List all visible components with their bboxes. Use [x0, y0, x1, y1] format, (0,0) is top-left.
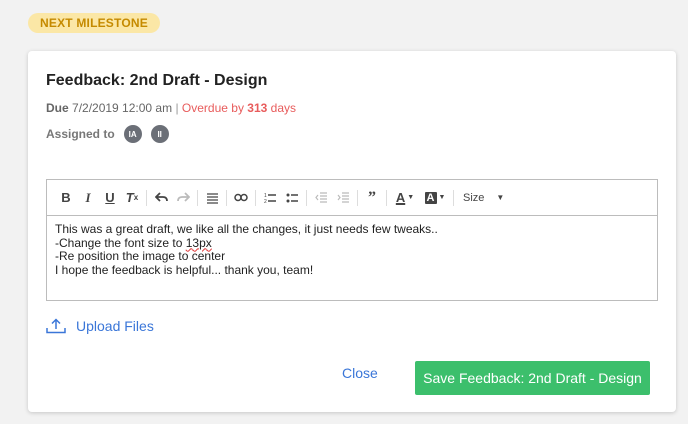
font-size-select[interactable]: Size ▼ [463, 192, 504, 204]
editor-content[interactable]: This was a great draft, we like all the … [47, 216, 657, 284]
overdue-days: 313 [247, 101, 268, 115]
bullet-list-icon [286, 193, 298, 202]
upload-icon [46, 318, 66, 334]
redo-button[interactable] [172, 187, 194, 209]
outdent-icon [314, 191, 327, 203]
due-separator: | [175, 101, 179, 115]
chevron-down-icon: ▼ [407, 194, 415, 201]
outdent-button[interactable] [310, 187, 332, 209]
highlight-color-button[interactable]: A ▼ [420, 187, 450, 209]
link-icon [234, 193, 248, 202]
content-line: This was a great draft, we like all the … [55, 222, 438, 236]
indent-icon [337, 191, 349, 203]
content-line: -Change the font size to 13px [55, 235, 649, 251]
toolbar-divider [306, 189, 307, 206]
bold-button[interactable]: B [55, 187, 77, 209]
ordered-list-icon: 12 [264, 193, 276, 204]
blockquote-button[interactable]: ” [361, 187, 383, 209]
assigned-row: Assigned to IA II [46, 125, 169, 143]
save-feedback-button[interactable]: Save Feedback: 2nd Draft - Design [415, 361, 650, 395]
bullet-list-button[interactable] [281, 187, 303, 209]
overdue-suffix: days [270, 101, 297, 115]
horizontal-rule-icon [206, 192, 218, 204]
content-line: I hope the feedback is helpful... thank … [55, 262, 314, 277]
upload-files-label: Upload Files [76, 318, 154, 334]
due-line: Due 7/2/2019 12:00 am | Overdue by 313 d… [46, 101, 296, 115]
underline-button[interactable]: U [99, 187, 121, 209]
toolbar-divider [226, 189, 227, 206]
overdue-text: Overdue by 313 days [182, 101, 296, 115]
feedback-card: Feedback: 2nd Draft - Design Due 7/2/201… [28, 51, 676, 412]
overdue-prefix: Overdue by [181, 101, 244, 115]
assigned-label: Assigned to [46, 127, 115, 141]
svg-text:2: 2 [264, 199, 267, 204]
toolbar-divider [255, 189, 256, 206]
due-label: Due [46, 101, 69, 115]
indent-button[interactable] [332, 187, 354, 209]
card-title: Feedback: 2nd Draft - Design [46, 72, 268, 89]
avatar[interactable]: IA [123, 125, 142, 143]
undo-button[interactable] [150, 187, 172, 209]
toolbar-divider [357, 189, 358, 206]
misspelled-word: 13px [185, 235, 212, 250]
link-button[interactable] [230, 187, 252, 209]
content-line: -Re position the image to center [55, 249, 226, 263]
due-datetime: 7/2/2019 12:00 am [72, 101, 173, 115]
toolbar-divider [453, 189, 454, 206]
redo-icon [176, 192, 190, 202]
horizontal-rule-button[interactable] [201, 187, 223, 209]
avatar[interactable]: II [150, 125, 169, 143]
content-line-text: -Change the font size to [55, 235, 186, 250]
toolbar-divider [146, 189, 147, 206]
rich-text-editor: B I U Tx 12 ” A ▼ A ▼ Size ▼ This was a … [46, 179, 658, 301]
milestone-badge: NEXT MILESTONE [28, 13, 160, 33]
italic-button[interactable]: I [77, 187, 99, 209]
undo-icon [154, 192, 168, 202]
chevron-down-icon: ▼ [496, 193, 505, 202]
close-button[interactable]: Close [342, 365, 378, 381]
clear-format-button[interactable]: Tx [121, 187, 143, 209]
font-size-label: Size [463, 191, 485, 204]
ordered-list-button[interactable]: 12 [259, 187, 281, 209]
text-color-button[interactable]: A ▼ [390, 187, 420, 209]
chevron-down-icon: ▼ [438, 194, 446, 201]
editor-toolbar: B I U Tx 12 ” A ▼ A ▼ Size ▼ [47, 180, 657, 216]
toolbar-divider [386, 189, 387, 206]
toolbar-divider [197, 189, 198, 206]
highlight-color-icon: A [424, 191, 437, 204]
text-color-icon: A [395, 190, 406, 205]
upload-files-link[interactable]: Upload Files [46, 318, 154, 334]
